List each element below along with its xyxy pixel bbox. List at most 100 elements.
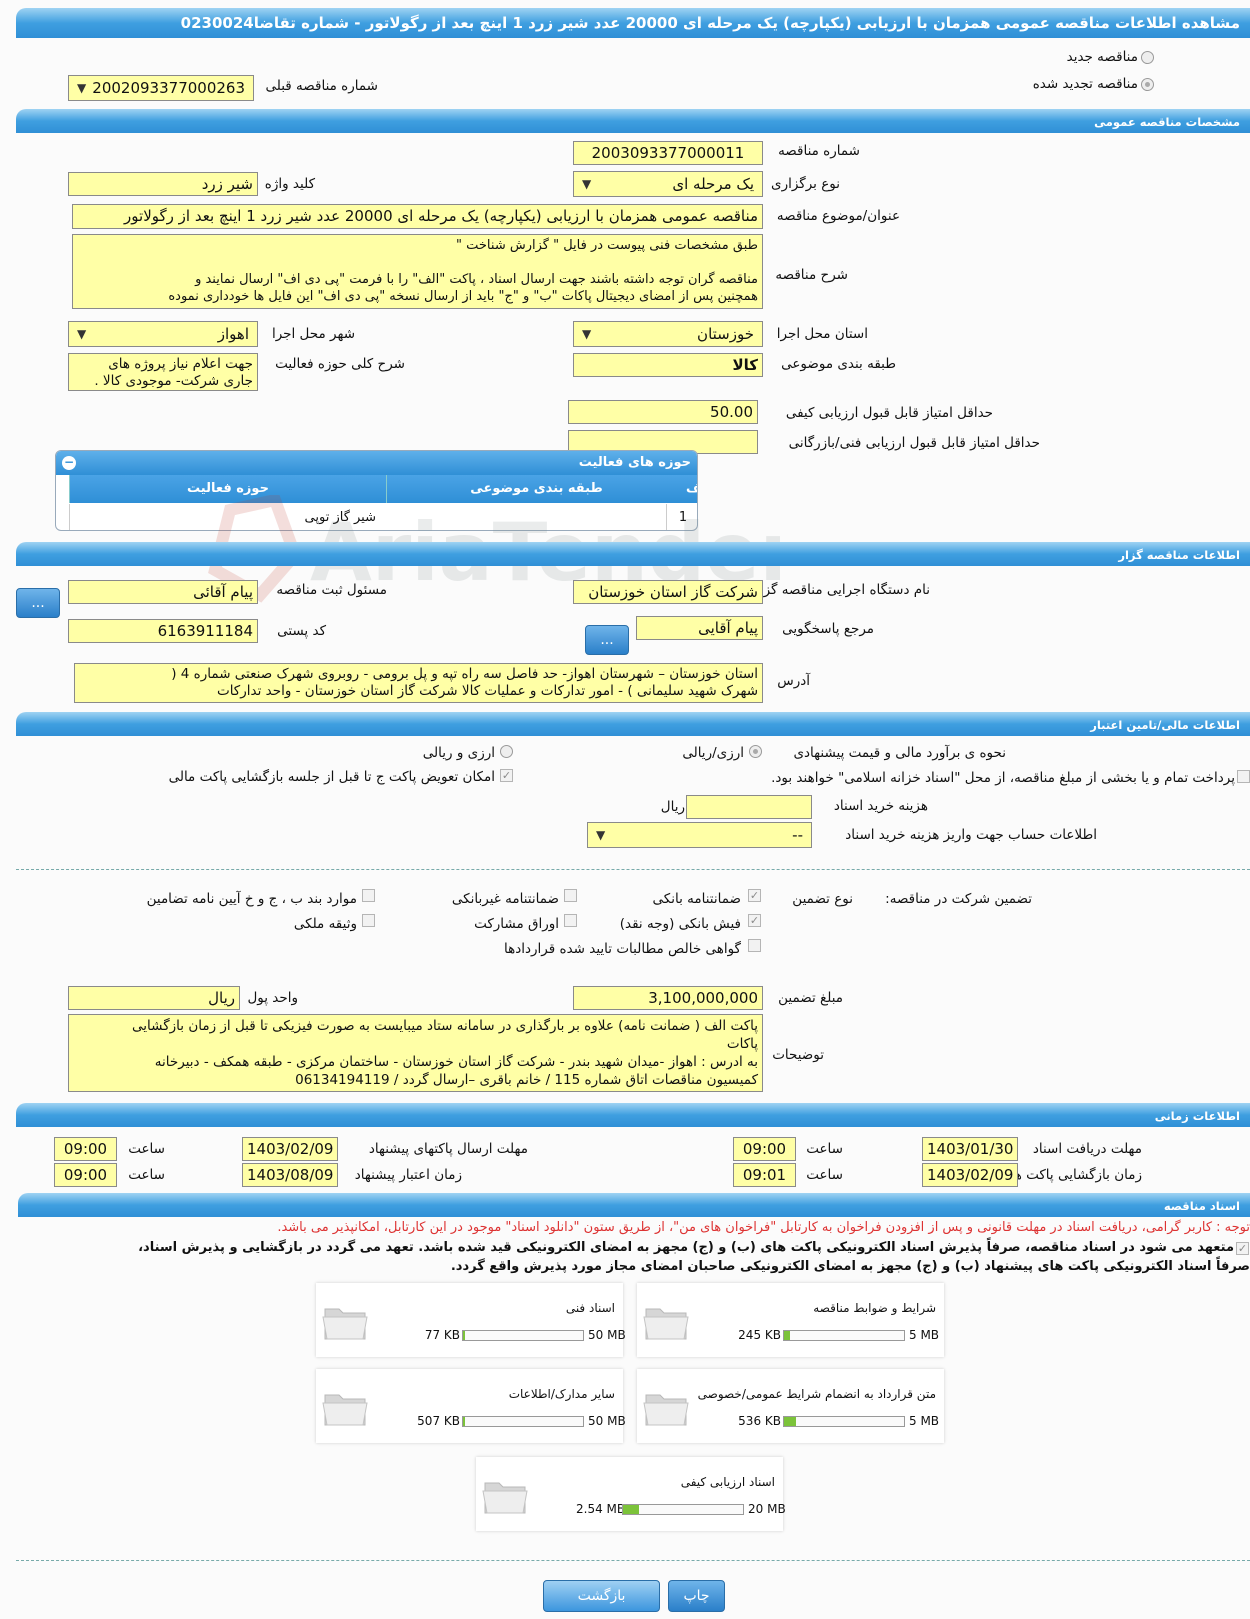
bonds-checkbox[interactable]: [564, 914, 577, 927]
responder-more-button[interactable]: ...: [585, 625, 629, 655]
folder-icon: [482, 1482, 528, 1514]
doc-cost-unit: ریال: [660, 799, 685, 815]
validity-time-label: ساعت: [128, 1167, 165, 1183]
notes-label: توضیحات: [772, 1047, 824, 1063]
regulation-items-checkbox[interactable]: [362, 889, 375, 902]
guarantee-label: تضمین شرکت در مناقصه:: [885, 891, 1032, 907]
cash-receipt-label: فیش بانکی (وجه نقد): [619, 916, 741, 932]
document-max-size: 5 MB: [909, 1328, 940, 1342]
bank-guarantee-label: ضمانتنامه بانکی: [652, 891, 742, 907]
document-card[interactable]: سایر مدارک/اطلاعات 507 KB 50 MB: [316, 1369, 626, 1443]
city-label: شهر محل اجرا: [271, 326, 355, 342]
registrar-label: مسئول ثبت مناقصه: [276, 582, 387, 598]
swap-checkbox[interactable]: ✓: [500, 769, 513, 782]
address-textarea: استان خوزستان – شهرستان اهواز- حد فاصل س…: [74, 663, 763, 703]
collapse-icon[interactable]: −: [62, 456, 76, 470]
category-label: طبقه بندی موضوعی: [781, 356, 896, 372]
city-select[interactable]: ▼ اهواز: [68, 321, 258, 347]
amount-label: مبلغ تضمین: [778, 990, 843, 1006]
activity-desc-label: شرح کلی حوزه فعالیت: [275, 356, 405, 372]
commit-line-1: متعهد می شود در اسناد مناقصه، صرفاً پذیر…: [138, 1240, 1234, 1255]
folder-icon: [322, 1308, 368, 1340]
chevron-down-icon: ▼: [77, 81, 87, 95]
document-card[interactable]: اسناد فنی 77 KB 50 MB: [316, 1283, 626, 1357]
rial-fx-radio[interactable]: [749, 745, 762, 758]
treasury-label: پرداخت تمام و یا بخشی از مبلغ مناقصه، از…: [771, 770, 1235, 786]
prev-tender-select[interactable]: ▼ 2002093377000263: [68, 75, 254, 101]
divider: [16, 869, 1250, 870]
chevron-down-icon: ▼: [77, 327, 87, 341]
org-label: نام دستگاه اجرایی مناقصه گزار: [753, 582, 930, 598]
fx-and-rial-label: ارزی و ریالی: [422, 745, 495, 761]
page-title: مشاهده اطلاعات مناقصه عمومی همزمان با ار…: [16, 8, 1250, 38]
doc-cost-field: [686, 795, 812, 819]
nonbank-guarantee-checkbox[interactable]: [564, 889, 577, 902]
description-textarea: طبق مشخصات فنی پیوست در فایل " گزارش شنا…: [72, 234, 763, 309]
address-label: آدرس: [777, 673, 810, 689]
keyword-label: کلید واژه: [264, 176, 315, 192]
receive-date-field: 1403/01/30: [922, 1137, 1018, 1161]
activity-grid-header: حوزه های فعالیت −: [56, 451, 697, 475]
claims-checkbox[interactable]: [748, 939, 761, 952]
org-field: شرکت گاز استان خوزستان: [573, 580, 763, 604]
document-size: 536 KB: [738, 1414, 781, 1428]
new-tender-radio[interactable]: [1141, 51, 1154, 64]
print-button[interactable]: چاپ: [668, 1580, 725, 1612]
document-card[interactable]: اسناد ارزیابی کیفی 2.54 MB 20 MB: [476, 1457, 786, 1531]
keyword-field: شیر زرد: [68, 172, 258, 196]
account-select[interactable]: ▼ --: [587, 822, 812, 848]
province-select[interactable]: ▼ خوزستان: [573, 321, 763, 347]
document-max-size: 50 MB: [588, 1414, 626, 1428]
receive-label: مهلت دریافت اسناد: [1032, 1141, 1142, 1157]
finance-section-header: اطلاعات مالی/تامین اعتبار: [16, 712, 1250, 736]
registrar-more-button[interactable]: ...: [16, 588, 60, 618]
documents-section-header: اسناد مناقصه: [18, 1193, 1250, 1217]
document-title: اسناد ارزیابی کیفی: [680, 1475, 775, 1489]
method-select[interactable]: ▼ یک مرحله ای: [573, 171, 763, 197]
document-title: شرایط و ضوابط مناقصه: [813, 1301, 936, 1315]
open-time-field: 09:01: [733, 1163, 796, 1187]
property-label: وثیقه ملکی: [293, 916, 357, 932]
category-field: کالا: [573, 353, 763, 377]
bank-guarantee-checkbox[interactable]: ✓: [748, 889, 761, 902]
document-size-fill: [784, 1331, 790, 1340]
validity-time-field: 09:00: [54, 1163, 117, 1187]
subject-field: مناقصه عمومی همزمان با ارزیابی (یکپارچه)…: [72, 204, 763, 229]
submit-time-label: ساعت: [128, 1141, 165, 1157]
document-size: 77 KB: [424, 1328, 460, 1342]
document-size-fill: [784, 1417, 796, 1426]
folder-icon: [643, 1394, 689, 1426]
document-max-size: 20 MB: [748, 1502, 786, 1516]
fx-and-rial-radio[interactable]: [500, 745, 513, 758]
rial-fx-label: ارزی/ریالی: [682, 745, 744, 761]
subject-label: عنوان/موضوع مناقصه: [776, 208, 900, 224]
commit-checkbox[interactable]: ✓: [1236, 1242, 1249, 1255]
min-tech-label: حداقل امتیاز قابل قبول ارزیابی فنی/بازرگ…: [788, 435, 1040, 451]
back-button[interactable]: بازگشت: [543, 1580, 660, 1612]
validity-date-field: 1403/08/09: [242, 1163, 338, 1187]
property-checkbox[interactable]: [362, 914, 375, 927]
open-label: زمان بازگشایی پاکت ها: [1010, 1167, 1142, 1183]
document-card[interactable]: شرایط و ضوابط مناقصه 245 KB 5 MB: [637, 1283, 944, 1357]
treasury-checkbox[interactable]: [1237, 770, 1250, 783]
document-card[interactable]: متن قرارداد به انضمام شرایط عمومی/خصوصی 5…: [637, 1369, 944, 1443]
cash-receipt-checkbox[interactable]: ✓: [748, 914, 761, 927]
doc-cost-label: هزینه خرید اسناد: [833, 798, 928, 814]
number-label: شماره مناقصه: [778, 143, 860, 159]
bonds-label: اوراق مشارکت: [474, 916, 559, 932]
min-quality-field: 50.00: [568, 400, 758, 424]
organizer-section-header: اطلاعات مناقصه گزار: [16, 542, 1250, 566]
timing-section-header: اطلاعات زمانی: [16, 1103, 1250, 1127]
nonbank-guarantee-label: ضمانتنامه غیربانکی: [451, 891, 559, 907]
document-max-size: 50 MB: [588, 1328, 626, 1342]
document-title: سایر مدارک/اطلاعات: [508, 1387, 615, 1401]
postal-label: کد پستی: [277, 623, 326, 639]
renewed-tender-radio[interactable]: [1141, 78, 1154, 91]
regulation-items-label: موارد بند ب ، ج و خ آیین نامه تضامین: [146, 891, 357, 907]
postal-field: 6163911184: [68, 619, 258, 643]
currency-field: ریال: [68, 986, 240, 1010]
method-label: نوع برگزاری: [771, 176, 840, 192]
chevron-down-icon: ▼: [582, 177, 592, 191]
document-size-bar: [622, 1504, 744, 1515]
responder-label: مرجع پاسخگویی: [782, 621, 874, 637]
